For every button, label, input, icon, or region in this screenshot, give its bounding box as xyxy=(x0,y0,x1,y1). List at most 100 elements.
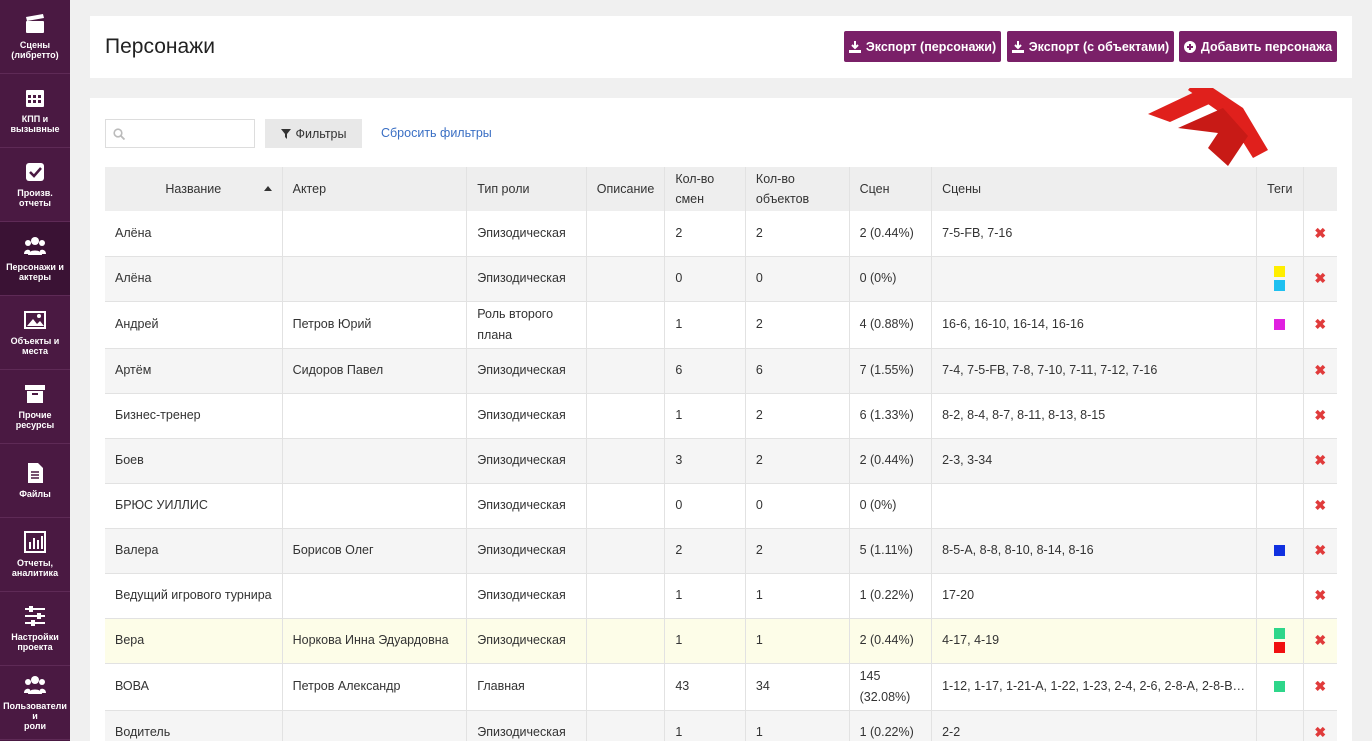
cell-actor: Петров Александр xyxy=(282,663,468,711)
cell-scene-count: 6 (1.33%) xyxy=(849,393,933,439)
cell-tags xyxy=(1256,618,1304,664)
delete-icon[interactable]: ✖ xyxy=(1303,663,1337,711)
cell-scene-count: 1 (0.22%) xyxy=(849,573,933,619)
sidebar-item-6[interactable]: Файлы xyxy=(0,444,70,518)
delete-icon[interactable]: ✖ xyxy=(1303,528,1337,574)
table-row[interactable]: Валера Борисов Олег Эпизодическая 2 2 5 (1.11… xyxy=(105,528,1337,574)
delete-icon[interactable]: ✖ xyxy=(1303,348,1337,394)
table-row[interactable]: ВОВА Петров Александр Главная 43 34 145 (32.0… xyxy=(105,663,1337,711)
cell-objects: 2 xyxy=(745,393,850,439)
cell-scene-count: 4 (0.88%) xyxy=(849,301,933,349)
column-header-objects[interactable]: Кол-во объектов xyxy=(745,167,850,211)
cell-objects: 0 xyxy=(745,483,850,529)
table-row[interactable]: Алёна Эпизодическая 2 2 2 (0.44%) 7-5-FB, 7-1… xyxy=(105,211,1337,257)
cell-description xyxy=(586,663,666,711)
delete-icon[interactable]: ✖ xyxy=(1303,438,1337,484)
table-row[interactable]: Андрей Петров Юрий Роль второго плана 1 2 4 (… xyxy=(105,301,1337,349)
table-row[interactable]: Ведущий игрового турнира Эпизодическая 1 1 1… xyxy=(105,573,1337,619)
cell-actor xyxy=(282,438,468,484)
plus-circle-icon xyxy=(1183,40,1196,53)
delete-icon[interactable]: ✖ xyxy=(1303,256,1337,302)
delete-icon[interactable]: ✖ xyxy=(1303,573,1337,619)
sidebar-item-label: Пользователи и роли xyxy=(3,701,67,731)
table-row[interactable]: Артём Сидоров Павел Эпизодическая 6 6 7 (1.55… xyxy=(105,348,1337,394)
column-header-scenes[interactable]: Сцены xyxy=(931,167,1258,211)
table-row[interactable]: Вера Норкова Инна Эдуардовна Эпизодическая… xyxy=(105,618,1337,664)
cell-description xyxy=(586,573,666,619)
cell-name: Водитель xyxy=(105,710,283,741)
sidebar-item-8[interactable]: Настройки проекта xyxy=(0,592,70,666)
archive-box-icon xyxy=(25,385,45,403)
column-header-actor[interactable]: Актер xyxy=(282,167,468,211)
cell-scene-count: 2 (0.44%) xyxy=(849,618,933,664)
cell-actor xyxy=(282,393,468,439)
cell-objects: 2 xyxy=(745,438,850,484)
cell-actor xyxy=(282,710,468,741)
cell-scene-count: 0 (0%) xyxy=(849,483,933,529)
tag-swatch xyxy=(1274,642,1286,653)
search-icon xyxy=(113,128,125,140)
delete-icon[interactable]: ✖ xyxy=(1303,483,1337,529)
delete-icon[interactable]: ✖ xyxy=(1303,301,1337,349)
clapperboard-icon xyxy=(26,14,44,33)
table-row[interactable]: Водитель Эпизодическая 1 1 1 (0.22%) 2-2 ✖ xyxy=(105,710,1337,741)
column-header-name[interactable]: Название xyxy=(105,167,283,211)
sidebar-item-2[interactable]: Произв. отчеты xyxy=(0,148,70,222)
export-with-objects-button[interactable]: Экспорт (с объектами) xyxy=(1007,31,1174,62)
cell-tags xyxy=(1256,573,1304,619)
cell-shifts: 1 xyxy=(664,301,746,349)
tag-swatch xyxy=(1274,628,1286,639)
sidebar-item-0[interactable]: Сцены (либретто) xyxy=(0,0,70,74)
sidebar-item-3[interactable]: Персонажи и актеры xyxy=(0,222,70,296)
column-header-shifts[interactable]: Кол-во смен xyxy=(664,167,746,211)
tag-swatch xyxy=(1274,266,1286,277)
search-input[interactable] xyxy=(105,119,255,148)
table-row[interactable]: БРЮС УИЛЛИС Эпизодическая 0 0 0 (0%) ✖ xyxy=(105,483,1337,529)
sidebar-item-9[interactable]: Пользователи и роли xyxy=(0,666,70,740)
tag-swatch xyxy=(1274,280,1286,291)
sidebar-item-7[interactable]: Отчеты, аналитика xyxy=(0,518,70,592)
cell-tags xyxy=(1256,483,1304,529)
table-row[interactable]: Боев Эпизодическая 3 2 2 (0.44%) 2-3, 3-34 ✖ xyxy=(105,438,1337,484)
cell-scene-count: 0 (0%) xyxy=(849,256,933,302)
download-icon xyxy=(848,40,861,53)
sidebar-item-5[interactable]: Прочие ресурсы xyxy=(0,370,70,444)
column-header-role-type[interactable]: Тип роли xyxy=(466,167,587,211)
cell-tags xyxy=(1256,256,1304,302)
filters-button[interactable]: Фильтры xyxy=(265,119,362,148)
add-character-button[interactable]: Добавить персонажа xyxy=(1179,31,1337,62)
cell-tags xyxy=(1256,710,1304,741)
cell-objects: 6 xyxy=(745,348,850,394)
cell-shifts: 1 xyxy=(664,618,746,664)
cell-shifts: 0 xyxy=(664,483,746,529)
cell-actor: Норкова Инна Эдуардовна xyxy=(282,618,468,664)
cell-objects: 1 xyxy=(745,618,850,664)
delete-icon[interactable]: ✖ xyxy=(1303,710,1337,741)
delete-icon[interactable]: ✖ xyxy=(1303,393,1337,439)
download-icon xyxy=(1011,40,1024,53)
sidebar-item-label: Персонажи и актеры xyxy=(6,262,64,282)
cell-actor xyxy=(282,256,468,302)
table-row[interactable]: Бизнес-тренер Эпизодическая 1 2 6 (1.33%) 8-2… xyxy=(105,393,1337,439)
cell-objects: 0 xyxy=(745,256,850,302)
page-header: Персонажи Экспорт (персонажи) Экспорт (с… xyxy=(90,16,1352,78)
column-header-tags[interactable]: Теги xyxy=(1256,167,1304,211)
calendar-icon xyxy=(26,90,44,107)
cell-description xyxy=(586,301,666,349)
cell-description xyxy=(586,393,666,439)
delete-icon[interactable]: ✖ xyxy=(1303,211,1337,257)
delete-icon[interactable]: ✖ xyxy=(1303,618,1337,664)
column-header-description[interactable]: Описание xyxy=(586,167,666,211)
cell-description xyxy=(586,348,666,394)
export-characters-button[interactable]: Экспорт (персонажи) xyxy=(844,31,1001,62)
table-row[interactable]: Алёна Эпизодическая 0 0 0 (0%) ✖ xyxy=(105,256,1337,302)
column-header-scene-count[interactable]: Сцен xyxy=(849,167,933,211)
cell-actor: Борисов Олег xyxy=(282,528,468,574)
reset-filters-link[interactable]: Сбросить фильтры xyxy=(381,126,492,140)
sidebar-item-1[interactable]: КПП и вызывные xyxy=(0,74,70,148)
cell-role-type: Эпизодическая xyxy=(466,393,587,439)
cell-name: Алёна xyxy=(105,211,283,257)
checkbox-icon xyxy=(26,163,44,181)
cell-tags xyxy=(1256,663,1304,711)
sidebar-item-4[interactable]: Объекты и места xyxy=(0,296,70,370)
